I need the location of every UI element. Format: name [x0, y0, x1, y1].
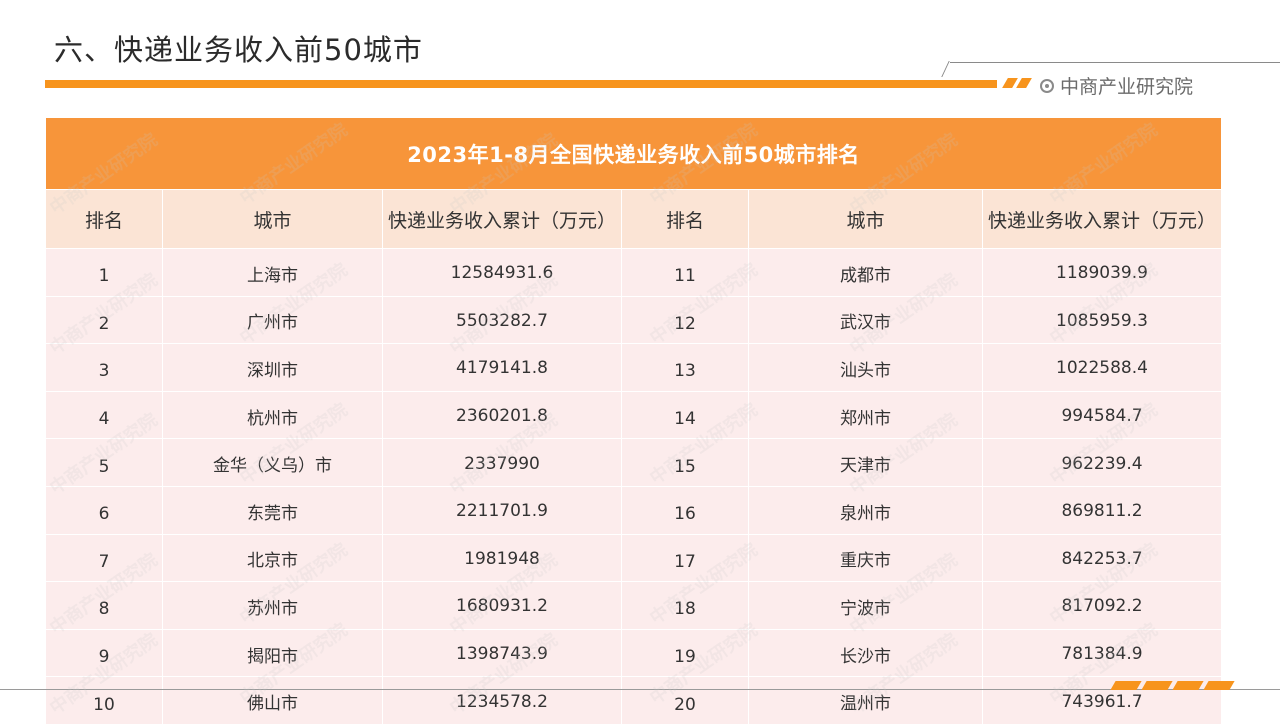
rank-cell: 14 — [622, 391, 749, 440]
table-row: 1 上海市 12584931.6 11 成都市 1189039.9 — [46, 249, 1221, 297]
table-row: 8 苏州市 1680931.2 18 宁波市 817092.2 — [46, 582, 1221, 630]
city-cell: 揭阳市 — [163, 629, 383, 678]
rank-cell: 16 — [622, 486, 749, 535]
revenue-cell: 2211701.9 — [383, 486, 622, 535]
city-cell: 长沙市 — [749, 629, 983, 678]
revenue-cell: 12584931.6 — [383, 249, 622, 297]
revenue-cell: 1981948 — [383, 534, 622, 583]
table-row: 7 北京市 1981948 17 重庆市 842253.7 — [46, 534, 1221, 583]
revenue-cell: 2360201.8 — [383, 391, 622, 440]
ranking-table-container: 2023年1-8月全国快递业务收入前50城市排名 排名 城市 快递业务收入累计（… — [46, 118, 1221, 725]
title-bar-stripe — [1016, 78, 1032, 88]
revenue-cell: 1085959.3 — [983, 296, 1221, 345]
rank-cell: 8 — [46, 582, 163, 630]
column-header-row: 排名 城市 快递业务收入累计（万元） 排名 城市 快递业务收入累计（万元） — [46, 190, 1221, 249]
rank-cell: 12 — [622, 296, 749, 345]
city-cell: 成都市 — [749, 249, 983, 297]
column-header-city: 城市 — [163, 190, 383, 249]
brand-logo-icon — [1040, 78, 1054, 93]
rank-cell: 15 — [622, 439, 749, 487]
city-cell: 杭州市 — [163, 391, 383, 440]
footer-stripe — [1203, 681, 1235, 690]
city-cell: 汕头市 — [749, 344, 983, 392]
rank-cell: 10 — [46, 677, 163, 725]
table-row: 2 广州市 5503282.7 12 武汉市 1085959.3 — [46, 296, 1221, 345]
page-title: 六、快递业务收入前50城市 — [54, 33, 423, 67]
table-row: 9 揭阳市 1398743.9 19 长沙市 781384.9 — [46, 629, 1221, 678]
revenue-cell: 869811.2 — [983, 486, 1221, 535]
rank-cell: 4 — [46, 391, 163, 440]
rank-cell: 2 — [46, 296, 163, 345]
city-cell: 上海市 — [163, 249, 383, 297]
footer-stripe — [1172, 681, 1204, 690]
table-row: 10 佛山市 1234578.2 20 温州市 743961.7 — [46, 677, 1221, 725]
rank-cell: 18 — [622, 582, 749, 630]
table-body: 1 上海市 12584931.6 11 成都市 1189039.9 2 广州市 5503282.… — [46, 249, 1221, 725]
table-row: 3 深圳市 4179141.8 13 汕头市 1022588.4 — [46, 344, 1221, 392]
city-cell: 天津市 — [749, 439, 983, 487]
city-cell: 苏州市 — [163, 582, 383, 630]
ranking-table: 排名 城市 快递业务收入累计（万元） 排名 城市 快递业务收入累计（万元） 1上… — [46, 190, 1221, 725]
rank-cell: 20 — [622, 677, 749, 725]
city-cell: 东莞市 — [163, 486, 383, 535]
city-cell: 温州市 — [749, 677, 983, 725]
rank-cell: 9 — [46, 629, 163, 678]
revenue-cell: 842253.7 — [983, 534, 1221, 583]
city-cell: 郑州市 — [749, 391, 983, 440]
rank-cell: 13 — [622, 344, 749, 392]
rank-cell: 6 — [46, 486, 163, 535]
city-cell: 深圳市 — [163, 344, 383, 392]
column-header-rank: 排名 — [46, 190, 163, 249]
city-cell: 武汉市 — [749, 296, 983, 345]
rank-cell: 11 — [622, 249, 749, 297]
revenue-cell: 4179141.8 — [383, 344, 622, 392]
revenue-cell: 962239.4 — [983, 439, 1221, 487]
revenue-cell: 5503282.7 — [383, 296, 622, 345]
city-cell: 重庆市 — [749, 534, 983, 583]
column-header-rank: 排名 — [622, 190, 749, 249]
footer-rule — [0, 689, 1280, 690]
title-bar — [45, 80, 997, 88]
revenue-cell: 2337990 — [383, 439, 622, 487]
rank-cell: 19 — [622, 629, 749, 678]
revenue-cell: 1189039.9 — [983, 249, 1221, 297]
table-title: 2023年1-8月全国快递业务收入前50城市排名 — [46, 118, 1221, 189]
column-header-city: 城市 — [749, 190, 983, 249]
table-row: 5 金华（义乌）市 2337990 15 天津市 962239.4 — [46, 439, 1221, 487]
revenue-cell: 781384.9 — [983, 629, 1221, 678]
city-cell: 宁波市 — [749, 582, 983, 630]
column-header-revenue: 快递业务收入累计（万元） — [383, 190, 622, 249]
footer-stripe — [1110, 681, 1142, 690]
city-cell: 泉州市 — [749, 486, 983, 535]
city-cell: 北京市 — [163, 534, 383, 583]
revenue-cell: 1234578.2 — [383, 677, 622, 725]
footer-stripe — [1141, 681, 1173, 690]
revenue-cell: 1680931.2 — [383, 582, 622, 630]
revenue-cell: 1022588.4 — [983, 344, 1221, 392]
city-cell: 佛山市 — [163, 677, 383, 725]
rank-cell: 3 — [46, 344, 163, 392]
table-row: 6 东莞市 2211701.9 16 泉州市 869811.2 — [46, 486, 1221, 535]
top-rule — [950, 62, 1280, 63]
city-cell: 金华（义乌）市 — [163, 439, 383, 487]
revenue-cell: 994584.7 — [983, 391, 1221, 440]
revenue-cell: 817092.2 — [983, 582, 1221, 630]
rank-cell: 1 — [46, 249, 163, 297]
top-rule-slant — [941, 61, 950, 77]
rank-cell: 5 — [46, 439, 163, 487]
city-cell: 广州市 — [163, 296, 383, 345]
brand: 中商产业研究院 — [1040, 72, 1193, 99]
revenue-cell: 1398743.9 — [383, 629, 622, 678]
brand-name: 中商产业研究院 — [1060, 76, 1194, 98]
table-row: 4 杭州市 2360201.8 14 郑州市 994584.7 — [46, 391, 1221, 440]
rank-cell: 17 — [622, 534, 749, 583]
column-header-revenue: 快递业务收入累计（万元） — [983, 190, 1221, 249]
rank-cell: 7 — [46, 534, 163, 583]
